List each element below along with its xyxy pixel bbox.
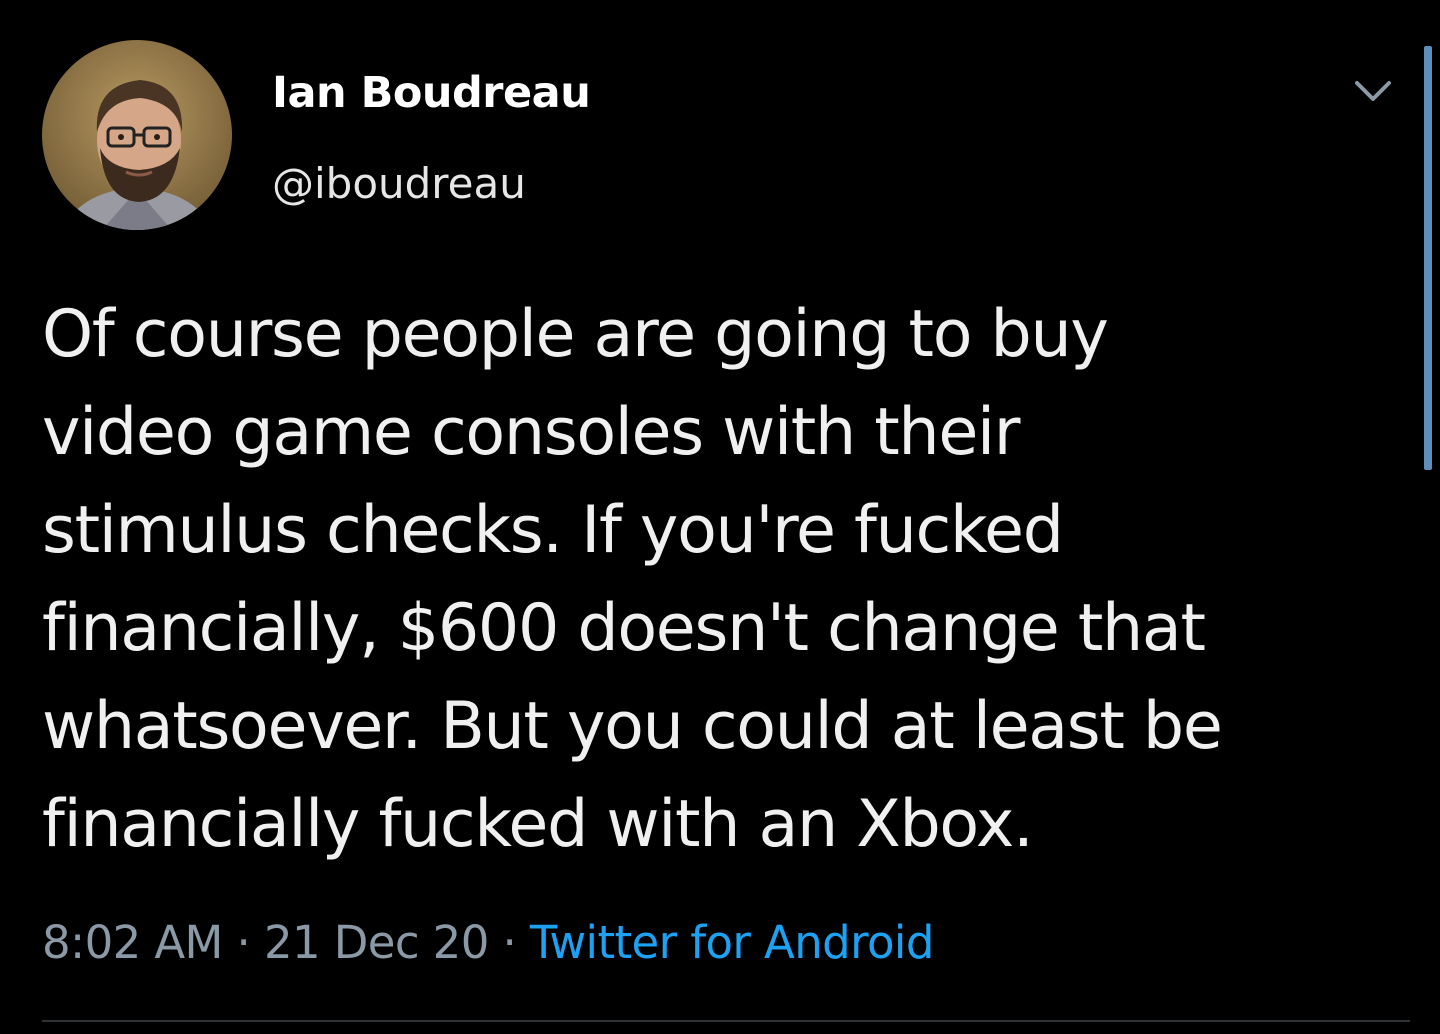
meta-separator: · <box>236 916 251 969</box>
tweet-detail-view: Ian Boudreau @iboudreau Of course people… <box>0 0 1440 1034</box>
meta-separator-2: · <box>502 916 517 969</box>
tweet-time: 8:02 AM <box>42 916 223 969</box>
divider <box>42 1020 1410 1022</box>
author-display-name[interactable]: Ian Boudreau <box>272 64 591 122</box>
chevron-down-icon[interactable] <box>1351 74 1395 108</box>
tweet-text: Of course people are going to buy video … <box>42 297 1223 862</box>
tweet-source-link[interactable]: Twitter for Android <box>530 916 934 969</box>
author-handle[interactable]: @iboudreau <box>272 156 526 212</box>
avatar[interactable] <box>42 40 232 230</box>
avatar-photo <box>42 40 232 230</box>
scrollbar[interactable] <box>1424 46 1432 470</box>
tweet-date: 21 Dec 20 <box>263 916 489 969</box>
tweet-metadata: 8:02 AM · 21 Dec 20 · Twitter for Androi… <box>42 913 934 973</box>
